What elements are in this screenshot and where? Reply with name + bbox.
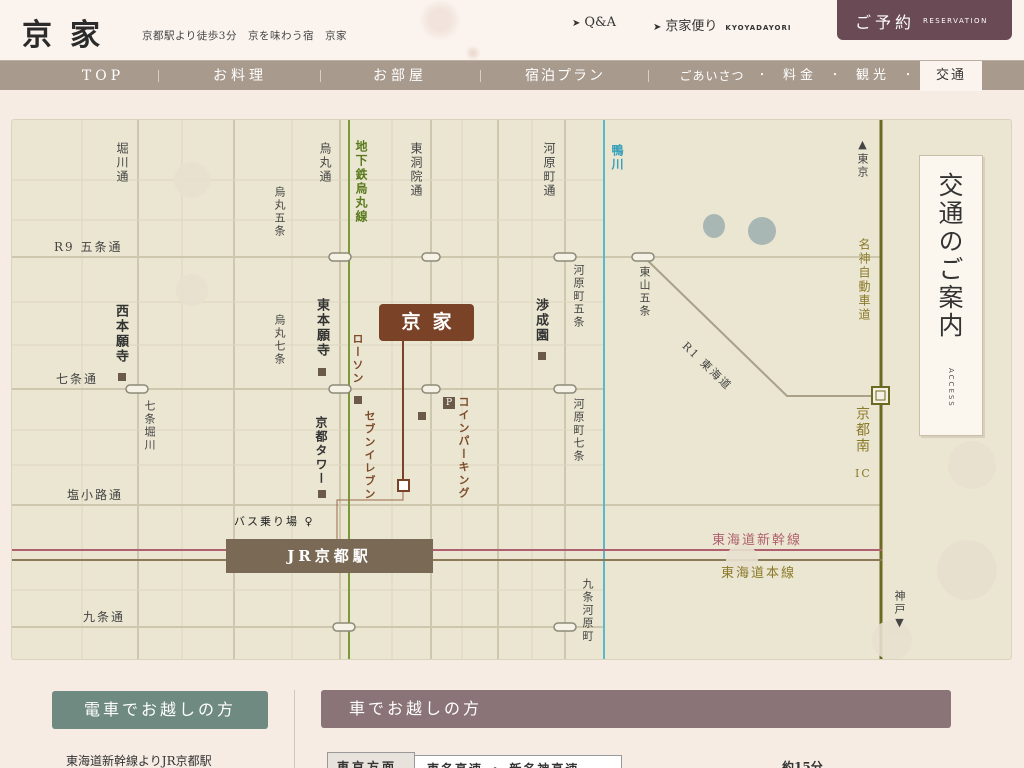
- map-marker-icon: [318, 368, 326, 376]
- street-kawaramachi: 河原町通: [542, 142, 556, 198]
- site-logo[interactable]: 京家: [22, 10, 118, 54]
- seven-eleven: セブンイレブン: [363, 410, 376, 501]
- lawson: ローソン: [351, 333, 364, 385]
- ic-label: IC: [855, 467, 872, 480]
- street-higashinotoin: 東洞院通: [409, 142, 423, 198]
- street-karasuma: 烏丸通: [318, 142, 332, 184]
- nav-cuisine[interactable]: お料理: [185, 61, 295, 91]
- site-tagline: 京都駅より徒歩3分 京を味わう宿 京家: [142, 30, 347, 42]
- street-kujo: 九条通: [83, 610, 126, 624]
- nav-rooms[interactable]: お部屋: [345, 61, 455, 91]
- car-access-heading: 車でお越しの方: [321, 690, 951, 728]
- coin-parking: コインパーキング: [457, 396, 470, 500]
- street-shichijo: 七条通: [56, 372, 99, 386]
- direction-tokyo: ▲東京: [856, 138, 869, 179]
- news-link[interactable]: ➤ 京家便り KYOYADAYORI: [653, 15, 792, 34]
- tokaido-shinkansen: 東海道新幹線: [712, 533, 803, 548]
- site-header: 京家 京都駅より徒歩3分 京を味わう宿 京家 ➤ Q&A ➤ 京家便り KYOYADA…: [0, 0, 1024, 61]
- karasuma-gojo: 烏丸五条: [273, 186, 286, 238]
- arrow-right-icon: ➤: [653, 22, 662, 33]
- reservation-button[interactable]: ご予約 RESERVATION: [837, 0, 1012, 40]
- nav-greeting[interactable]: ごあいさつ: [672, 61, 752, 91]
- kawaramachi-shichijo: 河原町七条: [572, 398, 585, 463]
- bus-stop-icon: ♀: [304, 515, 315, 528]
- train-access-text: 東海道新幹線よりJR京都駅: [66, 754, 212, 768]
- street-horikawa: 堀川通: [115, 142, 129, 184]
- shichijo-horikawa: 七条堀川: [143, 400, 156, 452]
- access-map: 堀川通 烏丸通 地下鉄烏丸線 東洞院通 河原町通 鴨川 ▲東京 名神自動車道 京…: [11, 119, 1012, 660]
- nav-price[interactable]: 料金: [775, 61, 825, 91]
- nav-plans[interactable]: 宿泊プラン: [505, 61, 625, 91]
- higashi-honganji: 東本願寺: [314, 298, 329, 358]
- street-shiokoji: 塩小路通: [67, 488, 124, 502]
- jr-kyoto-station: JR京都駅: [226, 539, 433, 573]
- kyoto-tower: 京都タワー: [314, 416, 328, 486]
- qa-link[interactable]: ➤ Q&A: [572, 15, 616, 30]
- nav-access[interactable]: 交通: [920, 61, 982, 91]
- road-r9-gojo: R9 五条通: [54, 240, 123, 254]
- map-marker-icon: [354, 396, 362, 404]
- kyoya-location-marker[interactable]: 京家: [379, 304, 474, 341]
- route-expressway: 東名高速 ・ 新名神高速: [415, 755, 622, 768]
- nav-top[interactable]: TOP: [58, 61, 148, 91]
- parking-icon: P: [443, 397, 455, 409]
- main-nav: TOP お料理 お部屋 宿泊プラン ごあいさつ ・ 料金 ・ 観光 ・ 交通: [0, 60, 1024, 91]
- route-time: 約15分: [782, 760, 823, 768]
- access-title-box: 交通のご案内 ACCESS: [919, 155, 983, 436]
- flower-pattern-icon: [410, 0, 470, 40]
- map-marker-icon: [118, 373, 126, 381]
- section-divider: [294, 690, 295, 768]
- higashiyama-gojo: 東山五条: [638, 266, 651, 318]
- tokaido-main-line: 東海道本線: [721, 566, 797, 581]
- kujo-kawaramachi: 九条河原町: [581, 578, 594, 643]
- bus-stop: バス乗り場 ♀: [234, 515, 315, 528]
- map-marker-icon: [538, 352, 546, 360]
- route-direction-tokyo: 東京方面: [327, 752, 415, 768]
- nishi-honganji: 西本願寺: [113, 304, 128, 364]
- access-title: 交通のご案内: [935, 172, 964, 340]
- kawaramachi-gojo: 河原町五条: [572, 264, 585, 329]
- shoseien: 渉成園: [533, 298, 548, 343]
- map-lines: [12, 120, 997, 659]
- access-subtitle: ACCESS: [947, 368, 955, 408]
- map-marker-icon: [318, 490, 326, 498]
- karasuma-shichijo: 烏丸七条: [273, 314, 286, 366]
- flower-pattern-icon: [465, 45, 481, 61]
- nav-sightseeing[interactable]: 観光: [848, 61, 898, 91]
- river-kamogawa: 鴨川: [610, 144, 624, 172]
- train-access-heading: 電車でお越しの方: [52, 691, 268, 729]
- expressway-meishin: 名神自動車道: [857, 238, 871, 322]
- map-marker-icon: [418, 412, 426, 420]
- subway-karasuma-line: 地下鉄烏丸線: [354, 140, 368, 224]
- arrow-right-icon: ➤: [572, 18, 581, 29]
- direction-kobe: 神戸▼: [893, 590, 906, 631]
- kyoto-minami-ic: 京都南: [854, 406, 870, 454]
